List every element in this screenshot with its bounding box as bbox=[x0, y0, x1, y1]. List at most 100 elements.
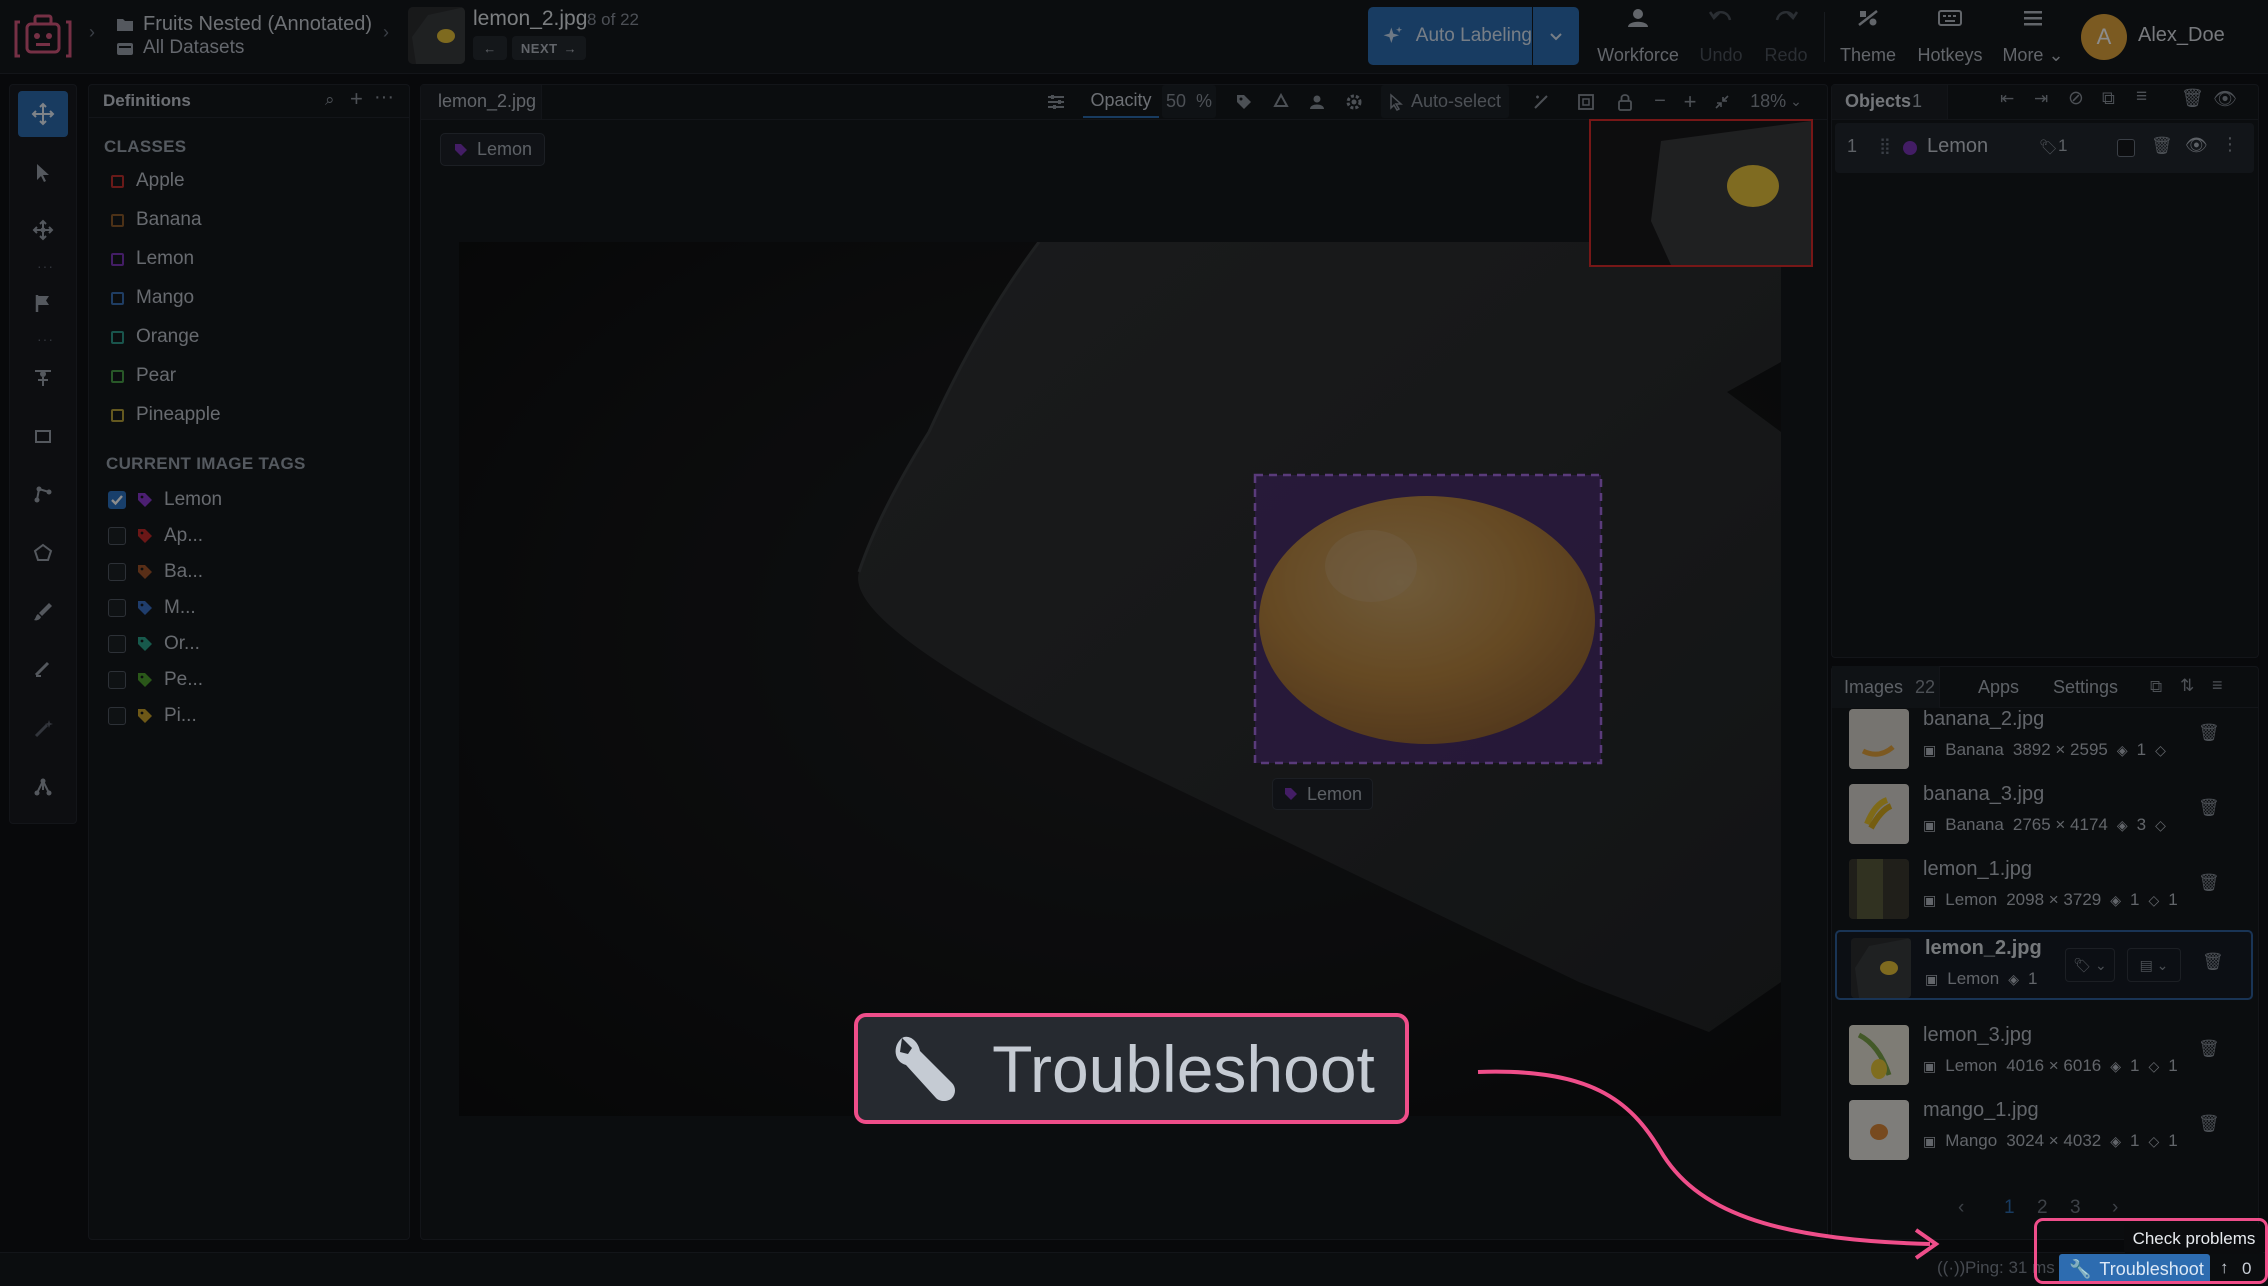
opacity-input[interactable]: 50 % bbox=[1162, 85, 1216, 118]
polyline-tool-button[interactable] bbox=[18, 471, 68, 517]
add-icon[interactable]: + bbox=[350, 86, 363, 112]
page-button[interactable]: 1 bbox=[2004, 1197, 2015, 1219]
image-tag-item[interactable]: Ap... bbox=[108, 525, 203, 547]
auto-labeling-dropdown[interactable] bbox=[1533, 7, 1579, 65]
visibility-icon[interactable]: 👁 bbox=[2213, 87, 2237, 111]
select-tool-button[interactable] bbox=[18, 149, 68, 195]
more-options-icon[interactable]: ⋮ bbox=[2221, 134, 2239, 155]
delete-icon[interactable]: 🗑 bbox=[2202, 952, 2224, 972]
avatar[interactable]: A bbox=[2081, 14, 2127, 60]
delete-icon[interactable]: 🗑 bbox=[2198, 723, 2220, 743]
image-list-item[interactable]: banana_3.jpg ▣ Banana 2765 × 4174 ◈ 3 ◇ 🗑 bbox=[1835, 778, 2253, 848]
class-item[interactable]: Lemon bbox=[111, 248, 194, 270]
first-object-icon[interactable]: ⇤ bbox=[2000, 89, 2014, 109]
app-logo-icon[interactable] bbox=[14, 12, 72, 62]
zoom-out-icon[interactable]: − bbox=[1648, 85, 1672, 118]
search-icon[interactable]: ⌕ bbox=[325, 90, 335, 110]
next-page-icon[interactable]: › bbox=[2112, 1197, 2118, 1219]
image-list-item[interactable]: lemon_1.jpg ▣ Lemon 2098 × 3729 ◈ 1 ◇ 1 🗑 bbox=[1835, 853, 2253, 923]
graph-tool-button[interactable] bbox=[18, 764, 68, 810]
smart-tool-button[interactable] bbox=[18, 706, 68, 752]
object-label-chip[interactable]: Lemon bbox=[1272, 778, 1374, 810]
class-item[interactable]: Pineapple bbox=[111, 404, 221, 426]
project-breadcrumb[interactable]: Fruits Nested (Annotated) bbox=[116, 13, 372, 36]
next-image-button[interactable]: NEXT → bbox=[512, 36, 586, 60]
more-button[interactable]: More ⌄ bbox=[2000, 8, 2066, 66]
auto-labeling-button[interactable]: Auto Labeling bbox=[1368, 7, 1532, 65]
filter-icon[interactable]: ≡ bbox=[2136, 86, 2147, 108]
tag-checkbox[interactable] bbox=[108, 671, 126, 689]
collapse-icon[interactable] bbox=[1708, 85, 1736, 118]
adjust-icon[interactable] bbox=[1039, 85, 1073, 118]
delete-icon[interactable]: 🗑 bbox=[2198, 873, 2220, 893]
polygon-tool-button[interactable] bbox=[18, 530, 68, 576]
class-item[interactable]: Mango bbox=[111, 287, 194, 309]
shapes-icon[interactable] bbox=[1266, 85, 1296, 118]
brush-tool-button[interactable] bbox=[18, 588, 68, 634]
class-item[interactable]: Apple bbox=[111, 170, 185, 192]
zoom-in-icon[interactable]: + bbox=[1678, 85, 1702, 118]
eraser-tool-button[interactable] bbox=[18, 646, 68, 692]
delete-icon[interactable]: 🗑 bbox=[2198, 1039, 2220, 1059]
username[interactable]: Alex_Doe bbox=[2138, 24, 2225, 47]
tag-checkbox[interactable] bbox=[108, 599, 126, 617]
annotation-image[interactable] bbox=[459, 242, 1781, 1116]
page-button[interactable]: 3 bbox=[2070, 1197, 2081, 1219]
eye-icon[interactable]: 👁 bbox=[2185, 135, 2208, 156]
definitions-tab[interactable]: Definitions bbox=[103, 91, 191, 111]
image-tag-item[interactable]: Pi... bbox=[108, 705, 197, 727]
drag-handle-icon[interactable]: ⣿ bbox=[1879, 136, 1891, 156]
auto-select-button[interactable]: Auto-select bbox=[1381, 85, 1509, 118]
page-button[interactable]: 2 bbox=[2037, 1197, 2048, 1219]
image-tag-item[interactable]: Or... bbox=[108, 633, 200, 655]
copy-icon[interactable]: ⧉ bbox=[2150, 677, 2162, 697]
settings-tab[interactable]: Settings bbox=[2053, 666, 2118, 708]
workforce-button[interactable]: Workforce bbox=[1596, 8, 1680, 66]
fit-icon[interactable] bbox=[1571, 85, 1601, 118]
tag-checkbox[interactable] bbox=[108, 491, 126, 509]
image-status-dropdown[interactable]: ▤ ⌄ bbox=[2127, 948, 2181, 982]
undo-button[interactable]: Undo bbox=[1696, 8, 1746, 66]
class-item[interactable]: Banana bbox=[111, 209, 202, 231]
filter-icon[interactable]: ≡ bbox=[2212, 675, 2223, 696]
object-row[interactable]: 1 ⣿ Lemon 🏷 1 🗑 👁 ⋮ bbox=[1835, 123, 2254, 173]
tag-tool-button[interactable] bbox=[18, 280, 68, 326]
hotkeys-button[interactable]: Hotkeys bbox=[1914, 8, 1986, 66]
delete-icon[interactable]: 🗑 bbox=[2198, 798, 2220, 818]
image-tag-item[interactable]: Lemon bbox=[108, 489, 222, 511]
opacity-label[interactable]: Opacity bbox=[1083, 85, 1159, 118]
apps-tab[interactable]: Apps bbox=[1978, 666, 2019, 708]
settings-gear-icon[interactable] bbox=[1339, 85, 1369, 118]
pan-tool-button[interactable] bbox=[18, 91, 68, 137]
lock-icon[interactable] bbox=[1610, 85, 1640, 118]
image-list-item[interactable]: banana_2.jpg ▣ Banana 3892 × 2595 ◈ 1 ◇ 🗑 bbox=[1835, 703, 2253, 773]
minimap[interactable] bbox=[1589, 119, 1813, 267]
hide-others-icon[interactable]: ⊘ bbox=[2068, 87, 2084, 110]
last-object-icon[interactable]: ⇥ bbox=[2034, 89, 2048, 109]
delete-icon[interactable]: 🗑 bbox=[2198, 1114, 2220, 1134]
object-color-swatch[interactable] bbox=[2117, 139, 2135, 157]
tag-checkbox[interactable] bbox=[108, 707, 126, 725]
assign-tag-dropdown[interactable]: 🏷 ⌄ bbox=[2065, 948, 2115, 982]
rectangle-tool-button[interactable] bbox=[18, 413, 68, 459]
delete-all-icon[interactable]: 🗑 bbox=[2181, 88, 2204, 109]
prev-page-icon[interactable]: ‹ bbox=[1958, 1197, 1964, 1219]
magic-eraser-icon[interactable] bbox=[1526, 85, 1556, 118]
point-tool-button[interactable] bbox=[18, 354, 68, 400]
tag-icon[interactable] bbox=[1229, 85, 1259, 118]
tag-checkbox[interactable] bbox=[108, 563, 126, 581]
image-tag-item[interactable]: Pe... bbox=[108, 669, 203, 691]
image-tag-chip[interactable]: Lemon bbox=[440, 133, 546, 166]
image-list-item[interactable]: lemon_2.jpg ▣ Lemon ◈ 1 🏷 ⌄ ▤ ⌄ 🗑 bbox=[1835, 930, 2253, 1000]
images-tab[interactable]: Images 22 bbox=[1832, 666, 1940, 708]
tag-checkbox[interactable] bbox=[108, 635, 126, 653]
class-item[interactable]: Orange bbox=[111, 326, 199, 348]
drag-tool-button[interactable] bbox=[18, 207, 68, 253]
user-filter-icon[interactable] bbox=[1302, 85, 1332, 118]
zoom-select[interactable]: 18% ⌄ bbox=[1745, 85, 1807, 118]
theme-button[interactable]: Theme bbox=[1836, 8, 1900, 66]
class-item[interactable]: Pear bbox=[111, 365, 176, 387]
image-tag-item[interactable]: M... bbox=[108, 597, 196, 619]
sort-icon[interactable]: ⇅ bbox=[2180, 676, 2194, 696]
dataset-breadcrumb[interactable]: All Datasets bbox=[116, 37, 244, 59]
